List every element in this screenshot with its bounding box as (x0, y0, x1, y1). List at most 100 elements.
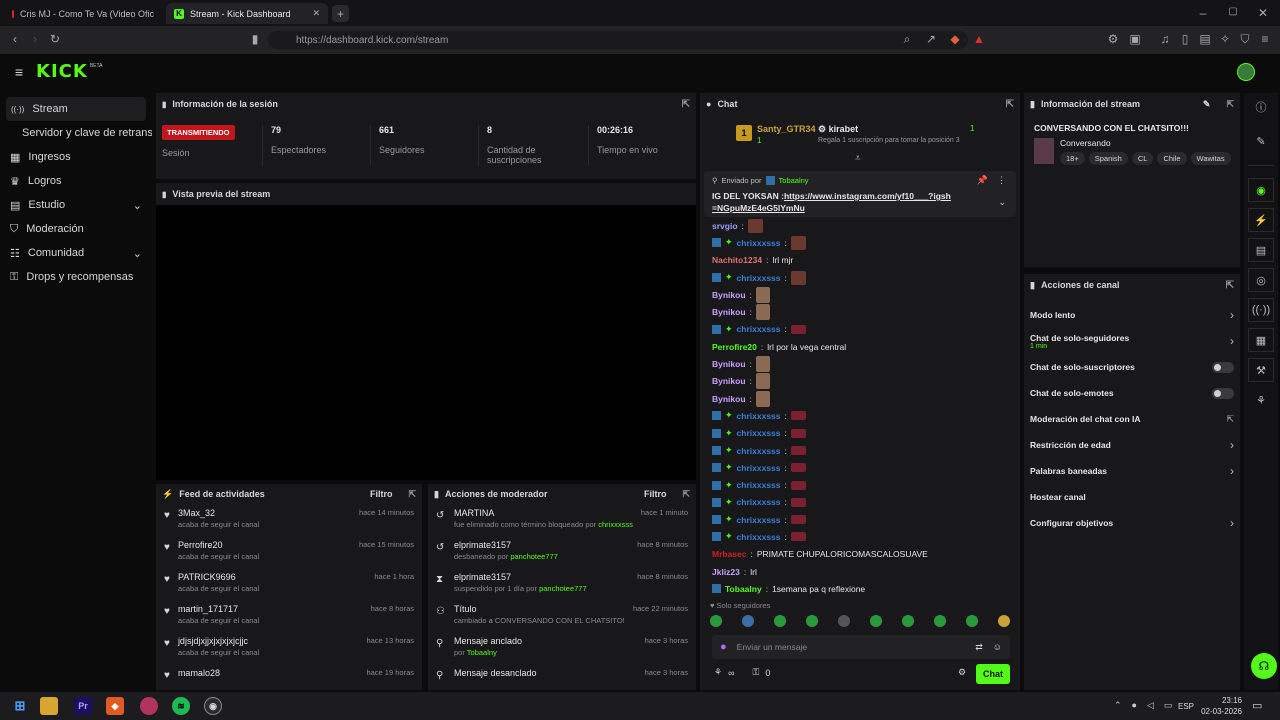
filter-button[interactable]: Filtro (370, 489, 393, 499)
sidebar-item-comunidad[interactable]: ☷ Comunidad ⌄ (0, 241, 152, 265)
rewards-icon[interactable]: ▲ (972, 32, 986, 46)
chat-emote[interactable] (790, 324, 806, 334)
bolt-tool-icon[interactable]: ⚡ (1248, 208, 1274, 232)
tag-chip[interactable]: 18+ (1060, 152, 1085, 165)
feed-username[interactable]: jdjsjdjxjjxjxjxjxjcjjc (178, 636, 359, 646)
quick-emote-icon[interactable] (902, 615, 914, 627)
brave-browser-icon[interactable]: ◆ (106, 697, 124, 715)
feed-row[interactable]: ♥ martin_171717 acaba de seguir el canal ha… (156, 600, 422, 632)
extensions-icon[interactable]: ⚙ (1106, 32, 1120, 46)
emoji-icon[interactable]: ☺ (993, 642, 1002, 652)
chat-message[interactable]: Jkliz23: lrl (700, 563, 1020, 580)
popout-icon[interactable]: ⇱ (1226, 99, 1234, 110)
chat-username[interactable]: srvgio (712, 221, 738, 231)
chat-username[interactable]: chrixxxsss (737, 497, 781, 507)
maximize-icon[interactable]: ▢ (1226, 6, 1240, 17)
feed-row[interactable]: ♥ jdjsjdjxjjxjxjxjxjcjjc acaba de seguir e… (156, 632, 422, 664)
channel-action-row[interactable]: Configurar objetivos › (1024, 510, 1240, 536)
chat-message[interactable]: Bynikou: (700, 373, 1020, 390)
chat-emote[interactable] (790, 446, 806, 455)
bookmark-icon[interactable]: ▮ (248, 32, 262, 46)
kick-logo[interactable]: KICK BETA (36, 61, 103, 82)
browser-tab-youtube[interactable]: Cris MJ - Como Te Va (Video Ofic (4, 3, 162, 24)
quick-emote-icon[interactable] (742, 615, 754, 627)
chat-message[interactable]: ✦ chrixxxsss: (700, 528, 1020, 545)
mod-action-user[interactable]: Tobaalny (467, 648, 497, 657)
popout-icon[interactable]: ⇱ (682, 99, 690, 110)
chat-username[interactable]: chrixxxsss (737, 428, 781, 438)
quick-emote-icon[interactable] (710, 615, 722, 627)
file-explorer-icon[interactable] (40, 697, 58, 715)
chat-emote[interactable] (790, 532, 806, 542)
mod-action-row[interactable]: ⚲ Mensaje desanclado hace 3 horas (428, 664, 696, 690)
chat-username[interactable]: Bynikou (712, 376, 746, 386)
chat-settings-icon[interactable]: ⚙ (958, 667, 966, 678)
chat-message[interactable]: srvgio: (700, 217, 1020, 234)
chat-emote[interactable] (790, 428, 806, 438)
chat-message[interactable]: ✦ chrixxxsss: (700, 269, 1020, 286)
feed-username[interactable]: 3Max_32 (178, 508, 351, 518)
chat-message[interactable]: ✦ chrixxxsss: (700, 459, 1020, 476)
chat-message[interactable]: ✦ chrixxxsss: (700, 442, 1020, 459)
feed-row[interactable]: ♥ PATRICK9696 acaba de seguir el canal hace… (156, 568, 422, 600)
chat-username[interactable]: chrixxxsss (737, 463, 781, 473)
chat-username[interactable]: Perrofire20 (712, 342, 757, 352)
chat-username[interactable]: Bynikou (712, 359, 746, 369)
mod-action-row[interactable]: ↺ elprimate3157 desbaneado por panchotee77… (428, 536, 696, 568)
popout-icon[interactable]: ⇱ (408, 489, 416, 500)
channel-action-row[interactable]: Hostear canal (1024, 484, 1240, 510)
document-tool-icon[interactable]: ▤ (1248, 238, 1274, 262)
quick-emote-icon[interactable] (934, 615, 946, 627)
feed-username[interactable]: mamalo28 (178, 668, 359, 678)
channel-action-row[interactable]: Chat de solo-seguidores 1 min › (1024, 328, 1240, 354)
mod-action-row[interactable]: ⚲ Mensaje anclado por Tobaalny hace 3 horas (428, 632, 696, 664)
chat-emote[interactable] (790, 463, 806, 473)
leo-ai-icon[interactable]: ✧ (1218, 32, 1232, 46)
chat-message[interactable]: Bynikou: (700, 355, 1020, 373)
chat-username[interactable]: chrixxxsss (737, 324, 781, 334)
chat-tool-icon[interactable]: ◎ (1248, 268, 1274, 292)
quick-emote-icon[interactable] (966, 615, 978, 627)
chevron-down-icon[interactable]: ⌄ (998, 197, 1006, 208)
chat-message[interactable]: ✦ chrixxxsss: (700, 234, 1020, 251)
tray-chevron-icon[interactable]: ⌃ (1114, 700, 1122, 711)
toggle-switch[interactable] (1212, 387, 1234, 399)
tag-chip[interactable]: CL (1131, 152, 1154, 165)
wallet-icon[interactable]: ▤ (1198, 32, 1212, 46)
clock[interactable]: 23:16 02-03-2026 (1196, 695, 1242, 717)
filter-button[interactable]: Filtro (644, 489, 667, 499)
chat-username[interactable]: chrixxxsss (737, 480, 781, 490)
chat-emote[interactable] (790, 270, 806, 285)
chat-username[interactable]: Bynikou (712, 394, 746, 404)
mod-action-user[interactable]: panchotee777 (539, 584, 587, 593)
mod-action-row[interactable]: ⧗ elprimate3157 suspendido por 1 día por p… (428, 568, 696, 600)
avatar[interactable] (1237, 63, 1255, 81)
chat-message[interactable]: Mrbasec: PRIMATE CHUPALORICOMASCALOSUAVE (700, 546, 1020, 563)
quick-emote-icon[interactable] (774, 615, 786, 627)
zoom-icon[interactable]: ⌕ (900, 32, 914, 47)
kirabet-sponsor[interactable]: ⚙ kirabet (818, 124, 858, 135)
chat-message[interactable]: ✦ chrixxxsss: (700, 494, 1020, 511)
category-name[interactable]: Conversando (1060, 138, 1236, 148)
channel-action-row[interactable]: Chat de solo-emotes (1024, 380, 1240, 406)
chat-message[interactable]: Bynikou: (700, 286, 1020, 303)
edit-tool-icon[interactable]: ✎ (1248, 129, 1274, 153)
chat-emote[interactable] (755, 286, 770, 303)
broadcast-tool-icon[interactable]: ((·)) (1248, 298, 1274, 322)
unpin-icon[interactable]: 📌 (977, 175, 988, 186)
chat-emote[interactable] (790, 480, 806, 490)
mod-action-row[interactable]: ↺ MARTINA fue eliminado como término bloqu… (428, 504, 696, 536)
chat-username[interactable]: Nachito1234 (712, 255, 762, 265)
chat-message[interactable]: ✦ chrixxxsss: (700, 407, 1020, 424)
quick-emote-icon[interactable] (998, 615, 1010, 627)
tag-chip[interactable]: Wawitas (1190, 152, 1231, 165)
share-tool-icon[interactable]: ⚘ (1248, 388, 1274, 412)
sidebar-item-server-key[interactable]: Servidor y clave de retransmisión (0, 121, 152, 145)
network-icon[interactable]: ▭ (1164, 700, 1173, 711)
chat-send-button[interactable]: Chat (976, 664, 1010, 684)
chat-emote[interactable] (755, 373, 770, 390)
chat-username[interactable]: chrixxxsss (737, 273, 781, 283)
chat-emote[interactable] (790, 497, 806, 507)
chat-username[interactable]: chrixxxsss (737, 515, 781, 525)
quick-emote-icon[interactable] (806, 615, 818, 627)
